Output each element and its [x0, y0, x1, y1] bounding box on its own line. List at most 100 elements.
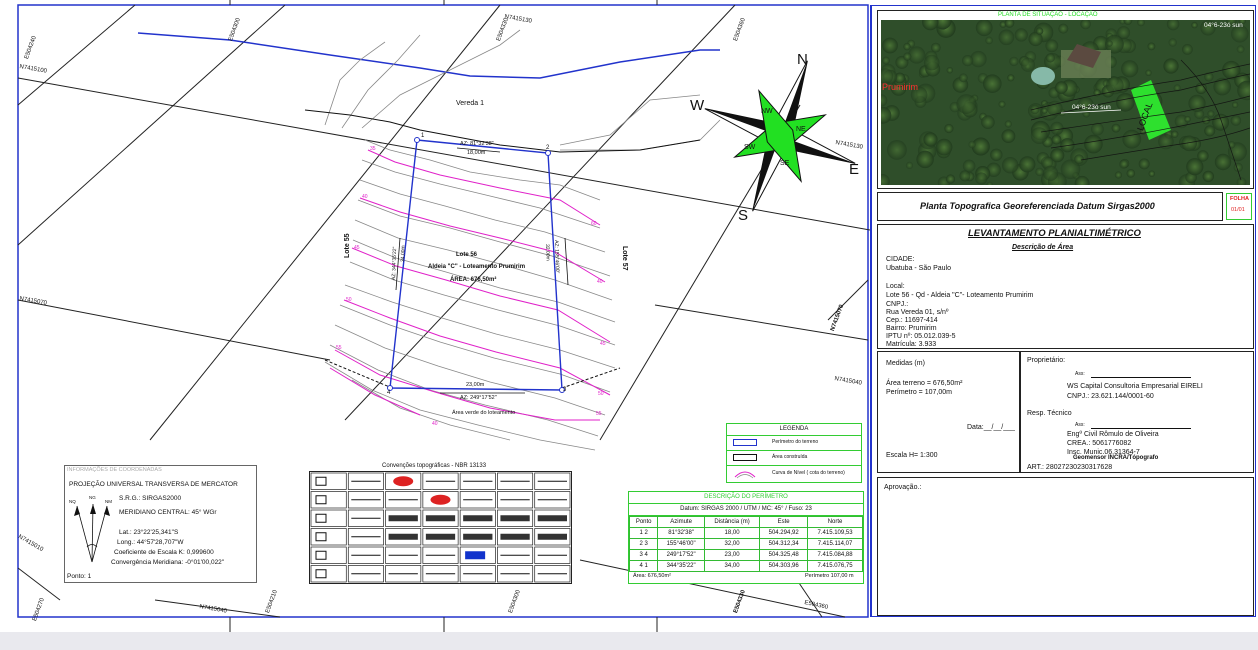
- tree-canopy: [1002, 157, 1019, 174]
- convention-symbol: [422, 509, 459, 527]
- convention-symbol: [497, 509, 534, 527]
- convention-symbol: [347, 491, 384, 509]
- table-cell: 344°35'22": [657, 560, 705, 572]
- contour-label: 50: [346, 297, 352, 303]
- local-line: Bairro: Prumirim: [886, 325, 937, 332]
- tree-canopy: [1014, 28, 1028, 42]
- tree-canopy: [1145, 69, 1152, 76]
- tree-canopy: [916, 150, 934, 169]
- sheet-label: FOLHA: [1230, 196, 1249, 202]
- tree-canopy: [1045, 53, 1055, 63]
- tree-canopy: [882, 56, 890, 65]
- tree-canopy: [1138, 158, 1150, 170]
- tree-canopy: [1050, 121, 1064, 135]
- azimuth-right: AZ: 155°46'00": [553, 239, 561, 274]
- table-cell: 3 4: [628, 549, 659, 561]
- owner-box: Proprietário: Ass: WS Capital Consultori…: [1020, 351, 1254, 473]
- tech-signature-line: [1091, 428, 1191, 429]
- tree-canopy: [1019, 156, 1036, 173]
- coords-lat: Lat.: 23°22'25,341"S: [119, 529, 179, 536]
- conventions-title: Convenções topográficas - NBR 13133: [382, 463, 487, 469]
- situation-coord-label: 04°6-23ó sun: [1204, 22, 1243, 29]
- tree-canopy: [1230, 115, 1242, 126]
- table-cell: 1 2: [628, 527, 659, 539]
- contour-label: 40: [362, 194, 368, 200]
- distance-top: 18,00m: [467, 150, 486, 156]
- perimetro: Perímetro = 107,00m: [886, 389, 952, 396]
- legend-item: Perímetro do terreno: [772, 439, 819, 445]
- table-cell: 7.415.076,75: [807, 560, 863, 572]
- tree-canopy: [1202, 170, 1214, 183]
- convention-symbol: [310, 528, 347, 546]
- area-terreno: Área terreno = 676,50m²: [886, 380, 963, 387]
- tree-canopy: [944, 123, 954, 134]
- coords-scale: Coeficiente de Escala K: 0,999600: [114, 549, 214, 556]
- perimeter-table: Ponto Azimute Distância (m) Este Norte 1…: [628, 516, 863, 572]
- tree-canopy: [1035, 167, 1044, 177]
- column-header: Este: [759, 516, 809, 528]
- convention-symbol: [385, 546, 422, 564]
- table-row: 3 4 249°17'52" 23,00 504.325,48 7.415.084,88: [628, 549, 863, 561]
- perimeter-total: Perímetro 107,00 m: [805, 573, 854, 579]
- perimeter-datum: Datum: SIRGAS 2000 / UTM / MC: 45° / Fus…: [629, 504, 863, 516]
- local-label: Local:: [886, 283, 905, 290]
- convention-symbol: [385, 565, 422, 583]
- convention-symbol: [497, 472, 534, 490]
- compass-n: N: [797, 51, 808, 68]
- tree-canopy: [962, 55, 974, 67]
- distance-bottom: 23,00m: [466, 382, 485, 388]
- local-line: Rua Vereda 01, s/nº: [886, 309, 949, 316]
- lot-left-label: Lote 55: [344, 233, 351, 258]
- tree-canopy: [959, 73, 968, 83]
- conventions-box: [309, 471, 572, 584]
- tree-canopy: [1214, 153, 1232, 171]
- tree-canopy: [1030, 127, 1048, 144]
- street-label: Vereda 1: [456, 100, 485, 107]
- tree-canopy: [1207, 110, 1215, 118]
- convention-symbol: [459, 472, 496, 490]
- area-description: Descrição de Área: [1012, 244, 1074, 251]
- lot-right-label: Lote 57: [621, 246, 628, 271]
- legend-item: Área construída: [772, 454, 808, 460]
- tree-canopy: [935, 138, 953, 156]
- local-line: IPTU nº: 05.012.039-5: [886, 333, 956, 340]
- table-cell: 2 3: [628, 538, 659, 550]
- table-cell: 81°32'38": [657, 527, 705, 539]
- tree-canopy: [1001, 129, 1016, 143]
- survey-title: LEVANTAMENTO PLANIALTIMÉTRICO: [968, 228, 1141, 239]
- table-cell: 7.415.114,07: [807, 538, 863, 550]
- table-row: 2 3 155°46'00" 32,00 504.312,34 7.415.114,07: [628, 538, 863, 550]
- coords-convergence: Convergência Meridiana: -0°01'00,022": [111, 559, 225, 566]
- table-cell: 249°17'52": [657, 549, 705, 561]
- tree-canopy: [887, 140, 907, 160]
- tree-canopy: [945, 174, 956, 184]
- signature-label: Ass:: [1075, 422, 1085, 428]
- tree-canopy: [1126, 169, 1136, 178]
- sheet-value: 01/01: [1231, 207, 1245, 213]
- arrow-label: NG: [89, 495, 96, 500]
- convention-symbol: [385, 491, 422, 509]
- compass-rose: [704, 60, 856, 212]
- tree-canopy: [1007, 74, 1015, 82]
- situation-red-text: Prumirim: [882, 82, 918, 92]
- coords-srg: S.R.G.: SIRGAS2000: [119, 495, 182, 502]
- compass-se: SE: [780, 160, 790, 167]
- tree-canopy: [1111, 123, 1121, 133]
- contour-label: 55: [336, 345, 342, 351]
- survey-box: LEVANTAMENTO PLANIALTIMÉTRICO Descrição …: [877, 224, 1254, 349]
- scale: Escala H= 1:300: [886, 452, 938, 459]
- compass-w: W: [690, 97, 705, 114]
- tree-canopy: [990, 148, 1003, 161]
- convention-symbol: [534, 546, 571, 564]
- convention-symbol: [422, 528, 459, 546]
- local-line: Lote 56 - Qd - Aldeia "C"- Loteamento Pr…: [886, 292, 1034, 299]
- tree-canopy: [1074, 154, 1084, 164]
- tree-canopy: [1106, 40, 1113, 47]
- tree-canopy: [923, 132, 938, 147]
- plan-title: Planta Topografica Georeferenciada Datum…: [920, 201, 1155, 211]
- sheet-number-box: FOLHA 01/01: [1226, 193, 1252, 220]
- tree-canopy: [905, 161, 914, 169]
- convention-symbol: [534, 528, 571, 546]
- legend-item: Curva de Nível ( cota do terreno): [772, 470, 845, 476]
- vertex-4: 4: [387, 390, 391, 396]
